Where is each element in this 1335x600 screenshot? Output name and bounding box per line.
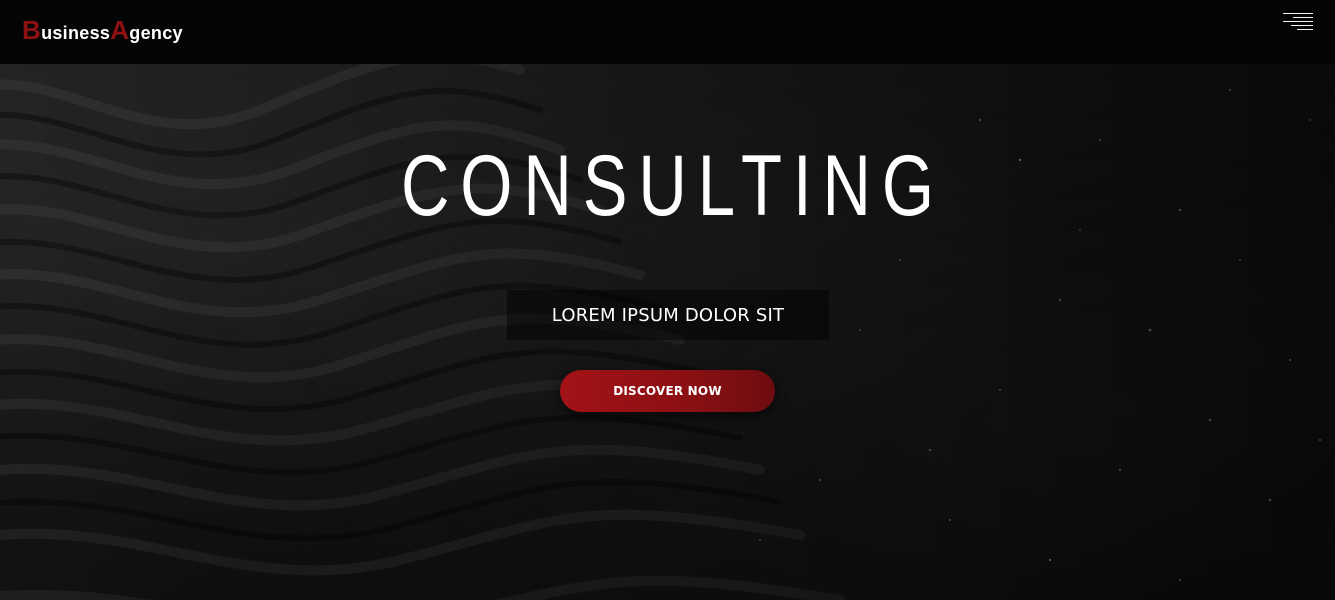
brand-word-agency-rest: gency (129, 23, 183, 43)
hero-tagline-box: LOREM IPSUM DOLOR SIT (507, 290, 829, 340)
hero-title: CONSULTING (400, 138, 945, 234)
brand-word-business-rest: usiness (41, 23, 111, 43)
hamburger-menu-icon[interactable] (1283, 13, 1313, 31)
brand-logo[interactable]: BusinessAgency (22, 17, 183, 44)
brand-initial-b: B (22, 15, 42, 45)
landing-page: BusinessAgency CONSULTING LOREM IPSUM DO… (0, 0, 1335, 600)
discover-now-button[interactable]: DISCOVER NOW (560, 370, 775, 412)
brand-initial-a: A (110, 15, 130, 45)
hero-tagline: LOREM IPSUM DOLOR SIT (551, 304, 785, 326)
top-navbar: BusinessAgency (0, 0, 1335, 64)
